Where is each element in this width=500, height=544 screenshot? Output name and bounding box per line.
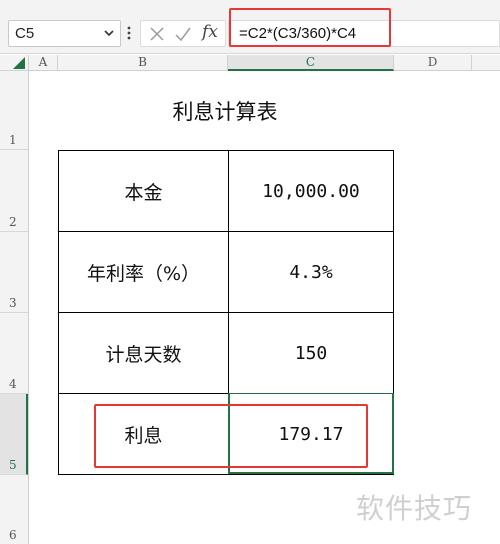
table-row: 本金 10,000.00 xyxy=(58,150,394,232)
result-highlight-box xyxy=(94,404,368,468)
cell-c4[interactable]: 150 xyxy=(228,312,394,394)
watermark: 软件技巧 xyxy=(356,492,473,525)
column-header-b[interactable]: B xyxy=(58,55,228,71)
row-header-2[interactable]: 2 xyxy=(0,150,28,232)
cell-c2[interactable]: 10,000.00 xyxy=(228,150,394,232)
table-row: 年利率（%） 4.3% xyxy=(58,231,394,313)
row-header-3[interactable]: 3 xyxy=(0,232,28,313)
cell-b2[interactable]: 本金 xyxy=(58,150,229,232)
enter-check-icon[interactable] xyxy=(175,26,191,42)
name-box-value: C5 xyxy=(15,25,35,42)
column-header-c[interactable]: C xyxy=(228,55,394,71)
cell-b4[interactable]: 计息天数 xyxy=(58,312,229,394)
insert-function-icon[interactable]: fx xyxy=(202,22,218,42)
table-row: 计息天数 150 xyxy=(58,312,394,394)
sheet-title[interactable]: 利息计算表 xyxy=(140,96,310,126)
row-header-6[interactable]: 6 xyxy=(0,475,28,544)
row-header-5[interactable]: 5 xyxy=(0,394,28,475)
column-header-a[interactable]: A xyxy=(29,55,58,71)
formula-highlight-box xyxy=(229,8,391,47)
row-headers: 1 2 3 4 5 6 xyxy=(0,71,29,544)
ribbon-edge xyxy=(0,0,500,8)
more-options-icon[interactable] xyxy=(126,23,132,43)
chevron-down-icon[interactable] xyxy=(102,26,116,40)
cell-b3[interactable]: 年利率（%） xyxy=(58,231,229,313)
column-headers: A B C D xyxy=(0,55,500,71)
column-header-d[interactable]: D xyxy=(394,55,472,71)
cancel-icon[interactable] xyxy=(149,26,165,42)
formula-buttons: fx xyxy=(140,20,226,47)
row-header-4[interactable]: 4 xyxy=(0,313,28,394)
cell-c3[interactable]: 4.3% xyxy=(228,231,394,313)
select-all-corner[interactable] xyxy=(0,55,29,71)
select-all-icon xyxy=(13,57,25,69)
row-header-1[interactable]: 1 xyxy=(0,71,28,150)
name-box[interactable]: C5 xyxy=(8,20,121,47)
